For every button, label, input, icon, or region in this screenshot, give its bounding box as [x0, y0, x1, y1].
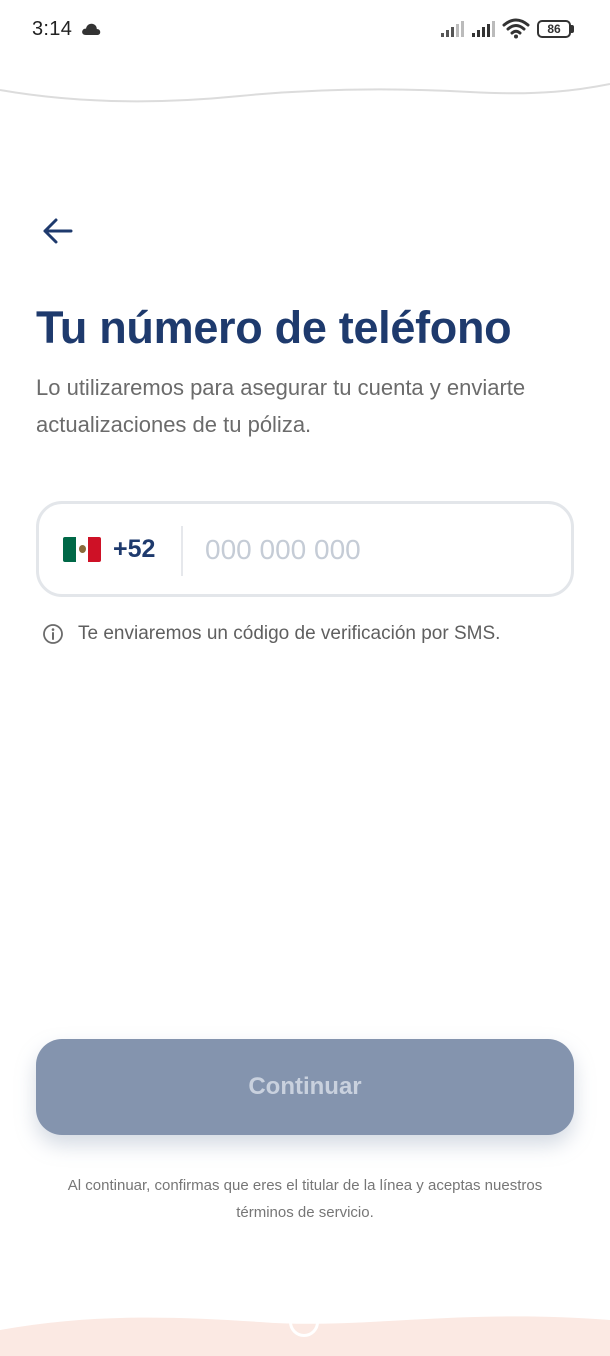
signal-icon — [441, 21, 464, 37]
back-button[interactable] — [36, 210, 78, 252]
phone-number-field: +52 — [36, 501, 574, 597]
page-subtitle: Lo utilizaremos para asegurar tu cuenta … — [36, 375, 526, 437]
continue-button[interactable]: Continuar — [36, 1039, 574, 1135]
status-bar: 3:14 86 — [0, 0, 610, 60]
continue-button-label: Continuar — [248, 1073, 362, 1100]
signal-icon — [472, 21, 495, 37]
page-title: Tu número de teléfono — [36, 302, 512, 353]
status-time: 3:14 — [32, 18, 73, 40]
field-divider — [181, 526, 183, 576]
mexico-flag-icon — [63, 536, 101, 562]
info-icon — [43, 624, 63, 644]
cloud-icon — [82, 23, 101, 35]
sms-info-hint: Te enviaremos un código de verificación … — [42, 623, 500, 645]
home-indicator[interactable] — [289, 1307, 319, 1337]
battery-level: 86 — [547, 22, 561, 36]
country-code-selector[interactable]: +52 — [63, 526, 155, 572]
info-text: Te enviaremos un código de verificación … — [78, 623, 501, 644]
arrow-left-icon — [43, 218, 73, 244]
legal-disclaimer: Al continuar, confirmas que eres el titu… — [67, 1177, 543, 1221]
battery-icon: 86 — [537, 20, 575, 38]
country-code: +52 — [113, 534, 156, 563]
phone-number-input[interactable] — [205, 526, 545, 574]
top-wave-divider — [0, 83, 610, 103]
wifi-icon — [502, 18, 530, 39]
